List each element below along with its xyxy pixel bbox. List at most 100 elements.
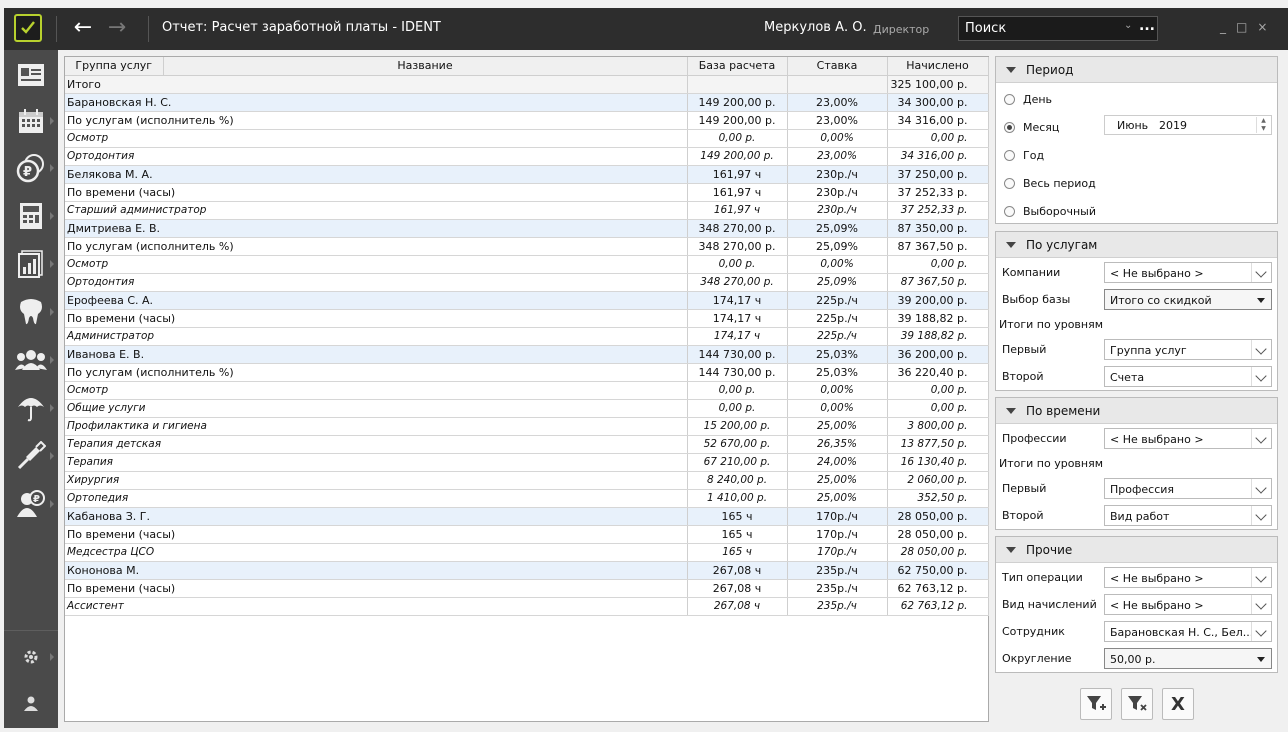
salary-icon[interactable]: ₽	[4, 485, 58, 523]
tooth-icon[interactable]	[4, 293, 58, 331]
table-row[interactable]: Иванова Е. В. 144 730,00 р. 25,03% 36 200,0…	[65, 345, 989, 364]
search-more-button[interactable]: ...	[1139, 18, 1155, 34]
table-row[interactable]: По услугам (исполнитель %) 149 200,00 р. 2…	[65, 111, 989, 130]
table-row[interactable]: По услугам (исполнитель %) 348 270,00 р. 2…	[65, 237, 989, 256]
first-level-select[interactable]: Группа услуг	[1104, 339, 1272, 360]
staff-icon[interactable]	[4, 341, 58, 379]
collapse-triangle-icon[interactable]	[1006, 242, 1016, 248]
dropdown-arrow-icon[interactable]	[1251, 649, 1271, 668]
column-header-accrued[interactable]: Начислено	[887, 57, 989, 76]
collapse-triangle-icon[interactable]	[1006, 408, 1016, 414]
payments-icon[interactable]: ₽	[4, 149, 58, 187]
table-row[interactable]: Терапия детская 52 670,00 р. 26,35% 13 877,…	[65, 435, 989, 454]
minimize-icon[interactable]: _	[1220, 20, 1226, 34]
table-row[interactable]: Кабанова З. Г. 165 ч 170р./ч 28 050,00 р.	[65, 507, 989, 526]
other-header[interactable]: Прочие	[996, 537, 1277, 563]
table-row[interactable]: Терапия 67 210,00 р. 24,00% 16 130,40 р.	[65, 453, 989, 472]
remove-filter-button[interactable]	[1121, 688, 1153, 720]
column-header-name[interactable]: Название	[163, 57, 688, 76]
search-input[interactable]	[959, 17, 1131, 40]
column-header-base[interactable]: База расчета	[687, 57, 788, 76]
time-first-level-select[interactable]: Профессия	[1104, 478, 1272, 499]
radio-circle-icon[interactable]	[1004, 205, 1015, 217]
chevron-down-icon[interactable]	[1251, 568, 1271, 587]
column-header-rate[interactable]: Ставка	[787, 57, 888, 76]
insurance-icon[interactable]	[4, 389, 58, 427]
period-header[interactable]: Период	[996, 57, 1277, 83]
table-row[interactable]: Ортопедия 1 410,00 р. 25,00% 352,50 р.	[65, 489, 989, 508]
table-row[interactable]: Ассистент 267,08 ч 235р./ч 62 763,12 р.	[65, 597, 989, 616]
search-box[interactable]: ⌄ ...	[958, 16, 1158, 41]
add-filter-button[interactable]	[1080, 688, 1112, 720]
table-row[interactable]: Общие услуги 0,00 р. 0,00% 0,00 р.	[65, 399, 989, 418]
tools-icon[interactable]	[4, 437, 58, 475]
table-row[interactable]: Профилактика и гигиена 15 200,00 р. 25,00%…	[65, 417, 989, 436]
user-icon[interactable]	[4, 684, 58, 722]
table-row[interactable]: По времени (часы) 165 ч 170р./ч 28 050,00 р…	[65, 525, 989, 544]
settings-icon[interactable]	[4, 638, 58, 676]
table-row[interactable]: Ерофеева С. А. 174,17 ч 225р./ч 39 200,00 р…	[65, 291, 989, 310]
table-row[interactable]: Ортодонтия 348 270,00 р. 25,09% 87 367,50 р…	[65, 273, 989, 292]
second-level-select[interactable]: Счета	[1104, 366, 1272, 387]
employee-select[interactable]: Барановская Н. С., Бел...	[1104, 621, 1272, 642]
time-second-level-select[interactable]: Вид работ	[1104, 505, 1272, 526]
cash-register-icon[interactable]	[4, 197, 58, 235]
chevron-down-icon[interactable]	[1251, 595, 1271, 614]
table-row[interactable]: Осмотр 0,00 р. 0,00% 0,00 р.	[65, 129, 989, 148]
spinner-icon[interactable]: ▲ ▼	[1256, 117, 1270, 133]
chevron-down-icon[interactable]	[1251, 479, 1271, 498]
dropdown-arrow-icon[interactable]	[1251, 290, 1271, 309]
column-header-group[interactable]: Группа услуг	[65, 57, 164, 76]
table-row[interactable]: Ортодонтия 149 200,00 р. 23,00% 34 316,00 р…	[65, 147, 989, 166]
radio-circle-icon[interactable]	[1004, 149, 1015, 161]
radio-custom[interactable]: Выборочный	[1004, 203, 1096, 219]
table-row[interactable]: Медсестра ЦСО 165 ч 170р./ч 28 050,00 р.	[65, 543, 989, 562]
services-header[interactable]: По услугам	[996, 232, 1277, 258]
table-row[interactable]: Осмотр 0,00 р. 0,00% 0,00 р.	[65, 255, 989, 274]
collapse-triangle-icon[interactable]	[1006, 547, 1016, 553]
radio-all-period[interactable]: Весь период	[1004, 175, 1096, 191]
radio-circle-icon[interactable]	[1004, 177, 1015, 189]
close-icon[interactable]: ×	[1257, 20, 1267, 34]
table-row[interactable]: По времени (часы) 267,08 ч 235р./ч 62 763,1…	[65, 579, 989, 598]
chevron-down-icon[interactable]	[1251, 340, 1271, 359]
table-row[interactable]: Дмитриева Е. В. 348 270,00 р. 25,09% 87 350…	[65, 219, 989, 238]
table-row[interactable]: По услугам (исполнитель %) 144 730,00 р. 2…	[65, 363, 989, 382]
table-row[interactable]: Администратор 174,17 ч 225р./ч 39 188,82 р.	[65, 327, 989, 346]
accrual-type-select[interactable]: < Не выбрано >	[1104, 594, 1272, 615]
table-row[interactable]: Старший администратор 161,97 ч 230р./ч 37 2…	[65, 201, 989, 220]
user-name[interactable]: Меркулов А. О.	[764, 20, 867, 35]
radio-year[interactable]: Год	[1004, 147, 1044, 163]
table-row[interactable]: Барановская Н. С. 149 200,00 р. 23,00% 34 3…	[65, 93, 989, 112]
app-logo-icon[interactable]	[14, 14, 42, 42]
radio-month[interactable]: Месяц	[1004, 119, 1059, 135]
profession-select[interactable]: < Не выбрано >	[1104, 428, 1272, 449]
chevron-down-icon[interactable]	[1251, 263, 1271, 282]
rounding-select[interactable]: 50,00 р.	[1104, 648, 1272, 669]
back-arrow-icon[interactable]: ←	[70, 16, 96, 42]
radio-day[interactable]: День	[1004, 91, 1052, 107]
company-select[interactable]: < Не выбрано >	[1104, 262, 1272, 283]
patient-card-icon[interactable]	[4, 56, 58, 94]
reports-icon[interactable]	[4, 245, 58, 283]
maximize-icon[interactable]: □	[1236, 20, 1247, 34]
radio-circle-icon[interactable]	[1004, 93, 1015, 105]
operation-type-select[interactable]: < Не выбрано >	[1104, 567, 1272, 588]
month-picker[interactable]: Июнь 2019 ▲ ▼	[1104, 115, 1272, 135]
table-row[interactable]: Итого 325 100,00 р.	[65, 75, 989, 94]
chevron-down-icon[interactable]	[1251, 429, 1271, 448]
chevron-down-icon[interactable]	[1251, 367, 1271, 386]
table-row[interactable]: По времени (часы) 161,97 ч 230р./ч 37 252,3…	[65, 183, 989, 202]
table-row[interactable]: Осмотр 0,00 р. 0,00% 0,00 р.	[65, 381, 989, 400]
table-row[interactable]: Кононова М. 267,08 ч 235р./ч 62 750,00 р.	[65, 561, 989, 580]
table-row[interactable]: Хирургия 8 240,00 р. 25,00% 2 060,00 р.	[65, 471, 989, 490]
table-row[interactable]: Белякова М. А. 161,97 ч 230р./ч 37 250,00 р…	[65, 165, 989, 184]
time-header[interactable]: По времени	[996, 398, 1277, 424]
chevron-down-icon[interactable]	[1251, 622, 1271, 641]
collapse-triangle-icon[interactable]	[1006, 67, 1016, 73]
calendar-icon[interactable]	[4, 102, 58, 140]
chevron-down-icon[interactable]: ⌄	[1124, 20, 1132, 31]
table-row[interactable]: По времени (часы) 174,17 ч 225р./ч 39 188,8…	[65, 309, 989, 328]
base-select[interactable]: Итого со скидкой	[1104, 289, 1272, 310]
excel-export-button[interactable]: X	[1162, 688, 1194, 720]
